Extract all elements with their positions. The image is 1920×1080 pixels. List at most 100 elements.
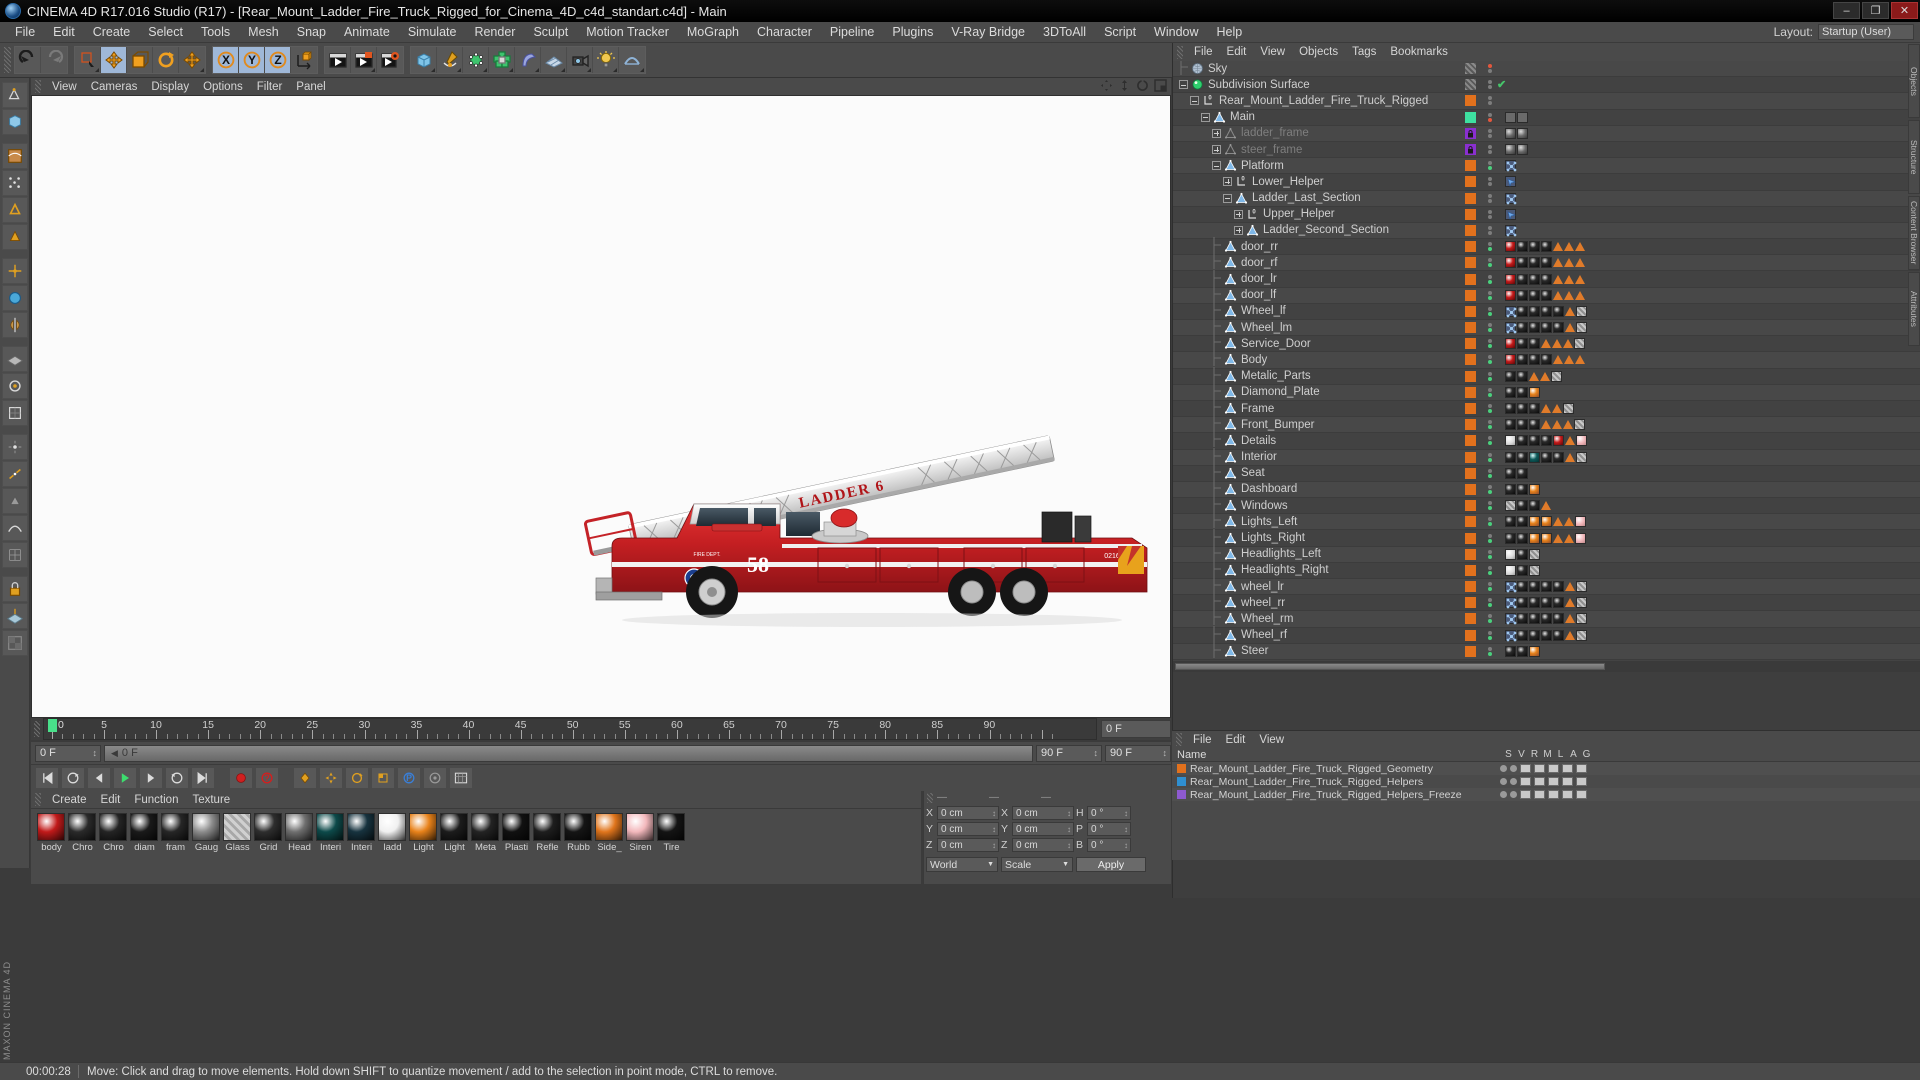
object-tag[interactable] bbox=[1529, 354, 1540, 365]
object-tag[interactable] bbox=[1541, 516, 1552, 527]
visibility-render-dot[interactable] bbox=[1488, 312, 1492, 316]
viewport-grip[interactable] bbox=[35, 80, 41, 93]
object-tag[interactable] bbox=[1517, 581, 1528, 592]
layer-toggle-box[interactable] bbox=[1520, 764, 1531, 773]
transport-play-backwards-icon[interactable] bbox=[61, 767, 85, 789]
material-menu-function[interactable]: Function bbox=[127, 793, 185, 807]
object-tag[interactable] bbox=[1529, 484, 1540, 495]
redo-icon[interactable] bbox=[41, 47, 67, 73]
object-tag[interactable] bbox=[1505, 613, 1516, 624]
object-tag-triangle[interactable] bbox=[1565, 582, 1575, 591]
object-tag[interactable] bbox=[1517, 484, 1528, 495]
transport-pla-key-icon[interactable] bbox=[423, 767, 447, 789]
object-layer-chip[interactable] bbox=[1465, 95, 1476, 106]
object-tag[interactable] bbox=[1541, 306, 1552, 317]
layout-selector[interactable]: Layout: Startup (User) bbox=[1774, 24, 1914, 40]
object-tag[interactable] bbox=[1517, 128, 1528, 139]
minimize-button[interactable]: – bbox=[1833, 2, 1860, 19]
layer-toggle-box[interactable] bbox=[1548, 764, 1559, 773]
object-tag[interactable] bbox=[1505, 597, 1516, 608]
object-layer-chip[interactable] bbox=[1465, 435, 1476, 446]
menu-item-select[interactable]: Select bbox=[139, 23, 192, 41]
snap-enable-icon[interactable] bbox=[2, 373, 28, 399]
edges-mode-icon[interactable] bbox=[2, 197, 28, 223]
viewport-solo-icon[interactable] bbox=[2, 285, 28, 311]
tree-expand-icon[interactable] bbox=[1234, 226, 1243, 235]
object-tag-triangle[interactable] bbox=[1563, 339, 1573, 348]
material-item[interactable]: Rubb bbox=[564, 813, 593, 884]
floor-environment-icon[interactable] bbox=[541, 47, 567, 73]
move-icon[interactable] bbox=[101, 47, 127, 73]
object-tag-triangle[interactable] bbox=[1541, 339, 1551, 348]
object-tag-triangle[interactable] bbox=[1575, 258, 1585, 267]
object-tag[interactable] bbox=[1505, 646, 1516, 657]
object-tag-triangle[interactable] bbox=[1565, 307, 1575, 316]
material-swatch[interactable] bbox=[68, 813, 96, 841]
object-tag-triangle[interactable] bbox=[1564, 258, 1574, 267]
object-tag-triangle[interactable] bbox=[1564, 517, 1574, 526]
layer-toggle-dot[interactable] bbox=[1510, 778, 1517, 785]
visibility-render-dot[interactable] bbox=[1488, 619, 1492, 623]
object-tag[interactable] bbox=[1541, 435, 1552, 446]
object-visibility-dots[interactable] bbox=[1487, 129, 1493, 138]
visibility-render-dot[interactable] bbox=[1488, 296, 1492, 300]
object-tag[interactable] bbox=[1505, 371, 1516, 382]
visibility-editor-dot[interactable] bbox=[1488, 436, 1492, 440]
layout-dropdown[interactable]: Startup (User) bbox=[1818, 24, 1914, 40]
material-swatch[interactable] bbox=[347, 813, 375, 841]
transport-timeline-view-icon[interactable] bbox=[449, 767, 473, 789]
snap-grid-icon[interactable] bbox=[2, 542, 28, 568]
visibility-render-dot[interactable] bbox=[1488, 182, 1492, 186]
object-layer-chip[interactable] bbox=[1465, 565, 1476, 576]
object-layer-chip[interactable] bbox=[1465, 225, 1476, 236]
object-layer-chip[interactable] bbox=[1465, 613, 1476, 624]
object-tag-triangle[interactable] bbox=[1565, 453, 1575, 462]
transport-rot-key-icon[interactable] bbox=[345, 767, 369, 789]
object-tag-triangle[interactable] bbox=[1564, 534, 1574, 543]
object-visibility-dots[interactable] bbox=[1487, 517, 1493, 526]
object-tag[interactable] bbox=[1553, 452, 1564, 463]
object-tag[interactable] bbox=[1529, 403, 1540, 414]
snap-spline-icon[interactable] bbox=[2, 515, 28, 541]
timeline-scrollbar[interactable]: ◀ 0 F bbox=[104, 745, 1033, 762]
object-tag[interactable] bbox=[1551, 371, 1562, 382]
material-item[interactable]: Tire bbox=[657, 813, 686, 884]
object-tag[interactable] bbox=[1529, 419, 1540, 430]
object-tag[interactable] bbox=[1575, 516, 1586, 527]
material-menu-texture[interactable]: Texture bbox=[185, 793, 237, 807]
layer-toggle-dot[interactable] bbox=[1500, 765, 1507, 772]
visibility-editor-dot[interactable] bbox=[1488, 614, 1492, 618]
object-tag[interactable] bbox=[1517, 144, 1528, 155]
end-frame-field[interactable]: 90 F bbox=[1036, 745, 1102, 762]
object-tag-triangle[interactable] bbox=[1565, 598, 1575, 607]
object-visibility-dots[interactable] bbox=[1487, 161, 1493, 170]
object-tag-triangle[interactable] bbox=[1541, 420, 1551, 429]
object-tag-triangle[interactable] bbox=[1564, 291, 1574, 300]
material-item[interactable]: body bbox=[37, 813, 66, 884]
material-swatch[interactable] bbox=[502, 813, 530, 841]
visibility-render-dot[interactable] bbox=[1488, 344, 1492, 348]
object-tag[interactable] bbox=[1529, 581, 1540, 592]
object-tag[interactable] bbox=[1505, 209, 1516, 220]
object-visibility-dots[interactable] bbox=[1487, 469, 1493, 478]
object-tag[interactable] bbox=[1574, 338, 1585, 349]
object-visibility-dots[interactable] bbox=[1487, 647, 1493, 656]
visibility-editor-dot[interactable] bbox=[1488, 534, 1492, 538]
object-tag[interactable] bbox=[1541, 322, 1552, 333]
object-tag[interactable] bbox=[1576, 322, 1587, 333]
object-tag[interactable] bbox=[1517, 338, 1528, 349]
object-layer-chip[interactable] bbox=[1465, 419, 1476, 430]
object-layer-chip[interactable] bbox=[1465, 646, 1476, 657]
layer-row[interactable]: Rear_Mount_Ladder_Fire_Truck_Rigged_Help… bbox=[1172, 775, 1920, 788]
visibility-editor-dot[interactable] bbox=[1488, 307, 1492, 311]
object-tag[interactable] bbox=[1517, 322, 1528, 333]
object-tag[interactable] bbox=[1529, 290, 1540, 301]
object-tag[interactable] bbox=[1517, 613, 1528, 624]
material-item[interactable]: Light bbox=[440, 813, 469, 884]
object-layer-chip[interactable] bbox=[1465, 630, 1476, 641]
object-layer-chip[interactable] bbox=[1465, 144, 1476, 155]
material-item[interactable]: Meta bbox=[471, 813, 500, 884]
object-tree-row[interactable]: 0Rear_Mount_Ladder_Fire_Truck_Rigged bbox=[1173, 93, 1920, 109]
visibility-editor-dot[interactable] bbox=[1488, 598, 1492, 602]
visibility-render-dot[interactable] bbox=[1488, 118, 1492, 122]
